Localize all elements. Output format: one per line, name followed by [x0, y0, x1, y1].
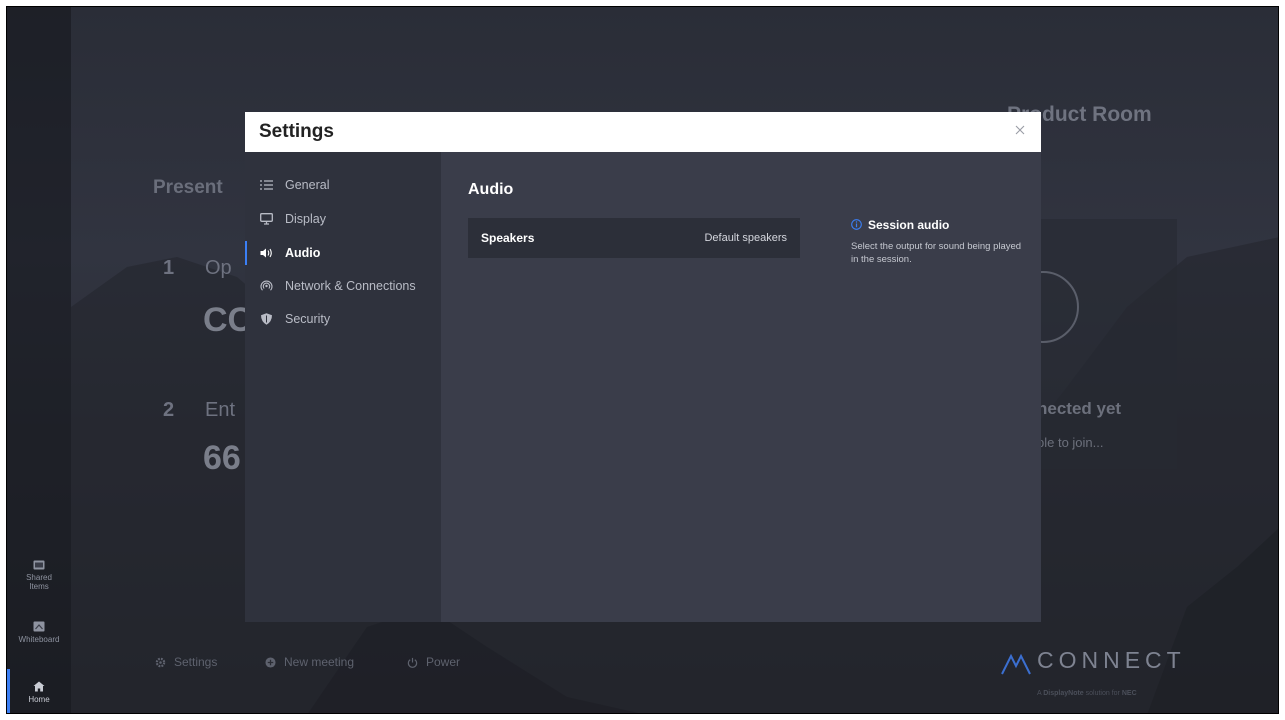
speakers-label: Speakers: [481, 231, 535, 245]
folder-icon: [33, 560, 45, 570]
step-2-number: 2: [163, 399, 175, 421]
dialog-title: Settings: [259, 121, 334, 142]
participants-status-title: nected yet: [1037, 399, 1122, 418]
nav-item-label: Audio: [285, 246, 321, 260]
step-2-code: 66: [203, 439, 241, 477]
nav-item-network[interactable]: Network & Connections: [245, 271, 441, 301]
nav-item-label: Security: [285, 312, 331, 326]
close-icon[interactable]: [1012, 122, 1028, 138]
section-title: Audio: [468, 181, 514, 198]
shield-icon: [261, 313, 272, 325]
bottom-settings-label: Settings: [174, 655, 218, 669]
help-title: Session audio: [851, 218, 949, 232]
help-title-text: Session audio: [868, 218, 950, 232]
nav-active-indicator: [245, 241, 247, 265]
info-icon: [851, 219, 862, 230]
settings-dialog: Settings General Display Audio Network &: [245, 112, 1041, 622]
brand-tagline-displaynote: DisplayNote: [1043, 690, 1084, 697]
speakers-row[interactable]: Speakers Default speakers: [468, 218, 800, 258]
participants-status-subtitle: ple to join...: [1037, 435, 1104, 450]
left-sidebar: Shared Items Whiteboard Home: [7, 7, 71, 713]
dialog-header: Settings: [245, 112, 1041, 152]
power-button[interactable]: Power: [407, 655, 460, 669]
plus-circle-icon: [265, 657, 276, 668]
brand-tagline-mid: solution for: [1083, 690, 1122, 697]
whiteboard-icon: [33, 621, 45, 632]
nav-item-label: General: [285, 178, 330, 192]
speakers-value: Default speakers: [704, 232, 787, 244]
home-icon: [33, 681, 45, 692]
wifi-icon: [260, 280, 273, 291]
brand-tagline-partner: NEC: [1121, 690, 1137, 697]
nav-item-label: Display: [285, 212, 326, 226]
nav-item-display[interactable]: Display: [245, 204, 441, 234]
nav-item-label: Network & Connections: [285, 279, 416, 293]
step-1-number: 1: [163, 257, 175, 279]
home-label: Home: [28, 695, 50, 704]
brand-tagline: A DisplayNote solution for NEC: [1037, 690, 1137, 697]
nav-item-general[interactable]: General: [245, 170, 441, 200]
bottom-settings-button[interactable]: Settings: [155, 655, 217, 669]
shared-items-label-1: Shared: [26, 573, 52, 582]
whiteboard-button[interactable]: Whiteboard: [7, 621, 71, 644]
new-meeting-label: New meeting: [284, 655, 355, 669]
new-meeting-button[interactable]: New meeting: [265, 655, 354, 669]
connect-brand: CONNECT: [1037, 647, 1186, 673]
nav-item-security[interactable]: Security: [245, 304, 441, 334]
settings-sidebar: General Display Audio Network & Connecti…: [245, 152, 441, 622]
connect-logo-icon: [1001, 653, 1031, 675]
monitor-icon: [260, 213, 273, 225]
settings-content: Audio Speakers Default speakers Session …: [441, 152, 1041, 622]
step-1-text: Op: [205, 257, 232, 279]
participants-card: [1037, 219, 1177, 469]
list-icon: [260, 180, 273, 190]
help-text: Select the output for sound being played…: [851, 241, 1022, 265]
app-frame: Product Room Present 1 Op CC 2 Ent 66 ne…: [6, 6, 1279, 714]
speaker-icon: [260, 248, 272, 258]
home-button[interactable]: Home: [7, 681, 71, 704]
shared-items-label-2: Items: [29, 582, 49, 591]
step-2-text: Ent: [205, 399, 236, 421]
whiteboard-label: Whiteboard: [18, 635, 60, 644]
power-icon: [407, 657, 418, 668]
present-heading: Present: [153, 177, 223, 198]
shared-items-button[interactable]: Shared Items: [7, 559, 71, 591]
nav-item-audio[interactable]: Audio: [245, 238, 441, 268]
gear-icon: [155, 657, 166, 668]
power-label: Power: [426, 655, 461, 669]
